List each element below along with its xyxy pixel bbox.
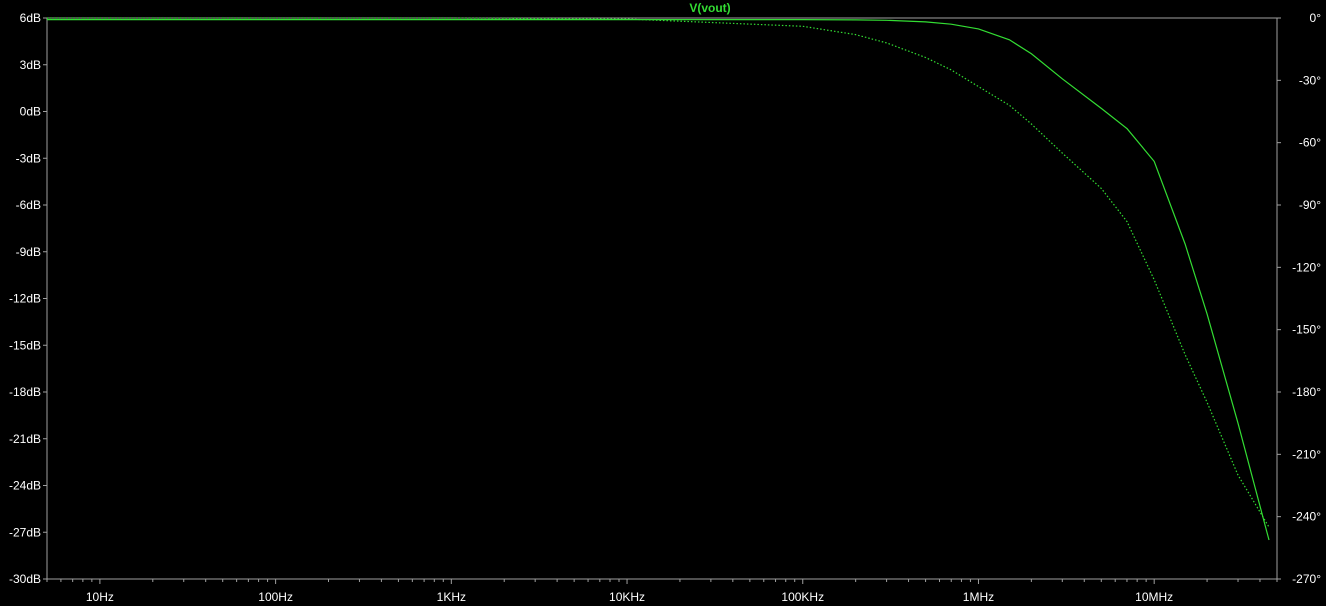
phase-trace <box>47 17 1270 528</box>
bode-plot: 10Hz 100Hz 1KHz 10KHz 100KHz 1MHz 10MHz 6dB 3dB 0… <box>9 1 1321 604</box>
y-tick-label: -3dB <box>16 151 41 165</box>
x-tick-label: 10KHz <box>609 590 645 604</box>
y-tick-label: -6dB <box>16 198 41 212</box>
y-tick-label: -21dB <box>9 432 41 446</box>
x-tick-label: 10Hz <box>86 590 114 604</box>
y2-tick-label: -150° <box>1292 323 1321 337</box>
y2-tick-label: -120° <box>1292 260 1321 274</box>
x-tick-label: 1KHz <box>437 590 466 604</box>
y2-tick-label: -90° <box>1299 198 1321 212</box>
y-tick-label: -15dB <box>9 338 41 352</box>
y-tick-label: 3dB <box>20 58 41 72</box>
y-tick-label: -24dB <box>9 479 41 493</box>
traces <box>47 17 1270 541</box>
y-tick-label: -27dB <box>9 525 41 539</box>
x-tick-label: 100Hz <box>258 590 293 604</box>
y2-tick-label: -270° <box>1292 572 1321 586</box>
y-tick-label: -12dB <box>9 292 41 306</box>
y2-tick-label: 0° <box>1310 11 1322 25</box>
x-tick-label: 1MHz <box>963 590 994 604</box>
x-tick-label: 10MHz <box>1135 590 1173 604</box>
y-tick-label: 6dB <box>20 11 41 25</box>
y2-tick-label: -210° <box>1292 447 1321 461</box>
trace-label[interactable]: V(vout) <box>689 1 730 15</box>
y2-tick-label: -60° <box>1299 136 1321 150</box>
y2-tick-label: -30° <box>1299 73 1321 87</box>
axis-ticks: 10Hz 100Hz 1KHz 10KHz 100KHz 1MHz 10MHz 6dB 3dB 0… <box>9 11 1321 604</box>
y-tick-label: -18dB <box>9 385 41 399</box>
x-tick-label: 100KHz <box>781 590 824 604</box>
magnitude-trace <box>47 19 1270 541</box>
y-tick-label: -9dB <box>16 245 41 259</box>
y-tick-label: 0dB <box>20 105 41 119</box>
y2-tick-label: -240° <box>1292 510 1321 524</box>
y-tick-label: -30dB <box>9 572 41 586</box>
y2-tick-label: -180° <box>1292 385 1321 399</box>
